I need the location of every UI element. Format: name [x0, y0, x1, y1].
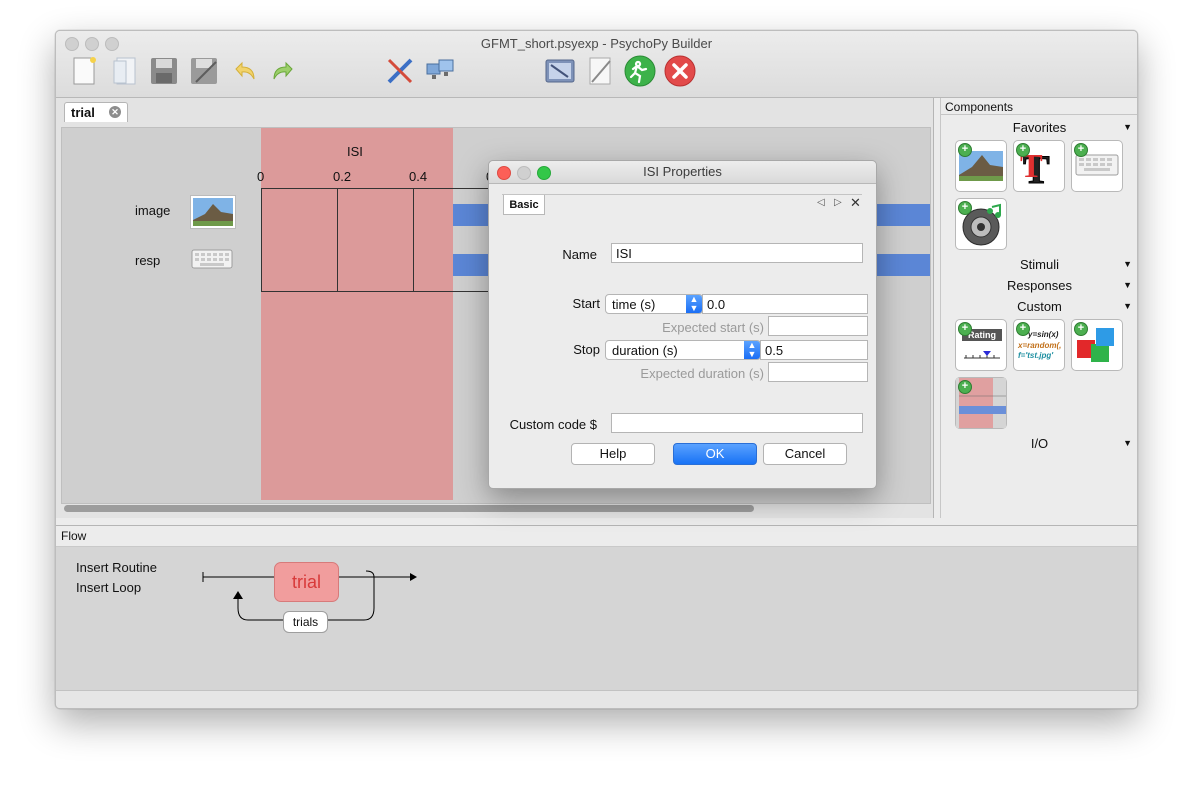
cancel-button[interactable]: Cancel: [763, 443, 847, 465]
tick-label: 0.4: [409, 169, 428, 184]
custom-code-field[interactable]: [611, 413, 863, 433]
category-stimuli[interactable]: Stimuli: [941, 257, 1137, 272]
add-icon: +: [1074, 143, 1088, 157]
divider: [941, 114, 1137, 115]
rating-scale-icon[interactable]: Rating +: [955, 319, 1007, 371]
close-tab-icon[interactable]: ✕: [850, 195, 861, 211]
add-icon: +: [958, 322, 972, 336]
components-panel: Components Favorites ▼ + TT + + + Stimul…: [940, 98, 1137, 518]
tab-label: trial: [71, 105, 95, 120]
stop-value-field[interactable]: 0.5: [760, 340, 868, 360]
tick-label: 0.2: [333, 169, 352, 184]
static-component-icon[interactable]: +: [955, 377, 1007, 429]
add-icon: +: [1016, 143, 1030, 157]
flow-header: Flow: [61, 529, 87, 543]
category-io[interactable]: I/O: [941, 436, 1137, 451]
start-label: Start: [572, 296, 600, 311]
save-icon[interactable]: [148, 55, 180, 87]
image-component-icon[interactable]: +: [955, 140, 1007, 192]
expected-duration-label: Expected duration (s): [640, 366, 764, 381]
chevron-updown-icon: ▲ ▼: [744, 341, 760, 359]
timeline-bottom-line: [261, 291, 491, 292]
timeline-axis: [261, 188, 491, 189]
chevron-down-icon[interactable]: ▼: [1123, 122, 1132, 132]
code-component-icon[interactable]: y=sin(x) x=random(, f='tst.jpg' +: [1013, 319, 1065, 371]
sound-component-icon[interactable]: +: [955, 198, 1007, 250]
chevron-down-icon[interactable]: ▼: [1123, 280, 1132, 290]
chevron-updown-icon: ▲ ▼: [686, 295, 702, 313]
monitor-center-icon[interactable]: [424, 55, 456, 87]
flow-routine-trial[interactable]: trial: [274, 562, 339, 602]
tab-strip-line: [502, 194, 862, 195]
text-component-icon[interactable]: TT +: [1013, 140, 1065, 193]
code-line: x=random(,: [1018, 341, 1062, 350]
horizontal-scrollbar[interactable]: [64, 505, 754, 512]
chevron-down-icon[interactable]: ▼: [1123, 259, 1132, 269]
run-icon[interactable]: [624, 55, 656, 87]
expected-duration-field[interactable]: [768, 362, 868, 382]
add-icon: +: [1074, 322, 1088, 336]
components-header: Components: [945, 100, 1014, 114]
start-value-field[interactable]: 0.0: [702, 294, 868, 314]
tab-basic[interactable]: Basic: [503, 195, 545, 215]
experiment-settings-icon[interactable]: [544, 55, 576, 87]
stop-icon[interactable]: [664, 55, 696, 87]
title-bar: GFMT_short.psyexp - PsychoPy Builder: [56, 31, 1137, 98]
code-line: f='tst.jpg': [1018, 351, 1054, 360]
start-type-select[interactable]: time (s) ▲ ▼: [605, 294, 703, 314]
compile-script-icon[interactable]: [584, 55, 616, 87]
stop-type-value: duration (s): [612, 343, 678, 358]
open-file-icon[interactable]: [108, 55, 140, 87]
chevron-down-icon[interactable]: ▼: [1123, 301, 1132, 311]
flow-loop-trials[interactable]: trials: [283, 611, 328, 633]
keyboard-component-icon[interactable]: +: [1071, 140, 1123, 192]
add-icon: +: [958, 143, 972, 157]
tab-scroll-right-icon[interactable]: ▷: [834, 197, 842, 208]
dialog-title: ISI Properties: [643, 164, 722, 179]
stop-type-select[interactable]: duration (s) ▲ ▼: [605, 340, 761, 360]
gridline: [413, 188, 414, 292]
gridline: [261, 188, 262, 292]
keyboard-icon[interactable]: [190, 245, 234, 273]
insert-routine-button[interactable]: Insert Routine: [76, 560, 157, 575]
window-title: GFMT_short.psyexp - PsychoPy Builder: [480, 36, 713, 51]
add-icon: +: [958, 380, 972, 394]
status-bar: [56, 690, 1137, 708]
stop-label: Stop: [573, 342, 600, 357]
row-label-image: image: [135, 203, 171, 218]
expected-start-field[interactable]: [768, 316, 868, 336]
chevron-down-icon[interactable]: ▼: [1123, 438, 1132, 448]
name-field[interactable]: ISI: [611, 243, 863, 263]
category-responses[interactable]: Responses: [941, 278, 1137, 293]
gridline: [337, 188, 338, 292]
new-file-icon[interactable]: [68, 55, 100, 87]
tab-trial[interactable]: trial ✕: [64, 102, 128, 122]
start-type-value: time (s): [612, 297, 656, 312]
add-icon: +: [1016, 322, 1030, 336]
category-favorites[interactable]: Favorites: [941, 120, 1137, 135]
preferences-icon[interactable]: [384, 55, 416, 87]
tab-scroll-left-icon[interactable]: ◁: [817, 197, 825, 208]
image-thumbnail-icon[interactable]: [190, 195, 236, 229]
ok-button[interactable]: OK: [673, 443, 757, 465]
add-icon: +: [958, 201, 972, 215]
undo-icon[interactable]: [228, 55, 260, 87]
help-button[interactable]: Help: [571, 443, 655, 465]
tick-label: 0: [257, 169, 265, 184]
category-custom[interactable]: Custom: [941, 299, 1137, 314]
redo-icon[interactable]: [268, 55, 300, 87]
expected-start-label: Expected start (s): [662, 320, 764, 335]
insert-loop-button[interactable]: Insert Loop: [76, 580, 141, 595]
code-line: y=sin(x): [1028, 330, 1059, 339]
flow-panel: Flow Insert Routine Insert Loop trial tr…: [56, 525, 1137, 691]
custom-code-label: Custom code $: [509, 417, 597, 432]
save-as-icon[interactable]: [188, 55, 220, 87]
isi-component-label: ISI: [347, 144, 363, 159]
name-label: Name: [562, 247, 597, 262]
isi-properties-dialog: ISI Properties Basic ◁ ▷ ✕ Name ISI Star…: [488, 160, 877, 489]
aperture-icon[interactable]: +: [1071, 319, 1123, 371]
close-tab-icon[interactable]: ✕: [109, 106, 121, 118]
row-label-resp: resp: [135, 253, 161, 268]
flow-header-bar: [56, 526, 1137, 547]
